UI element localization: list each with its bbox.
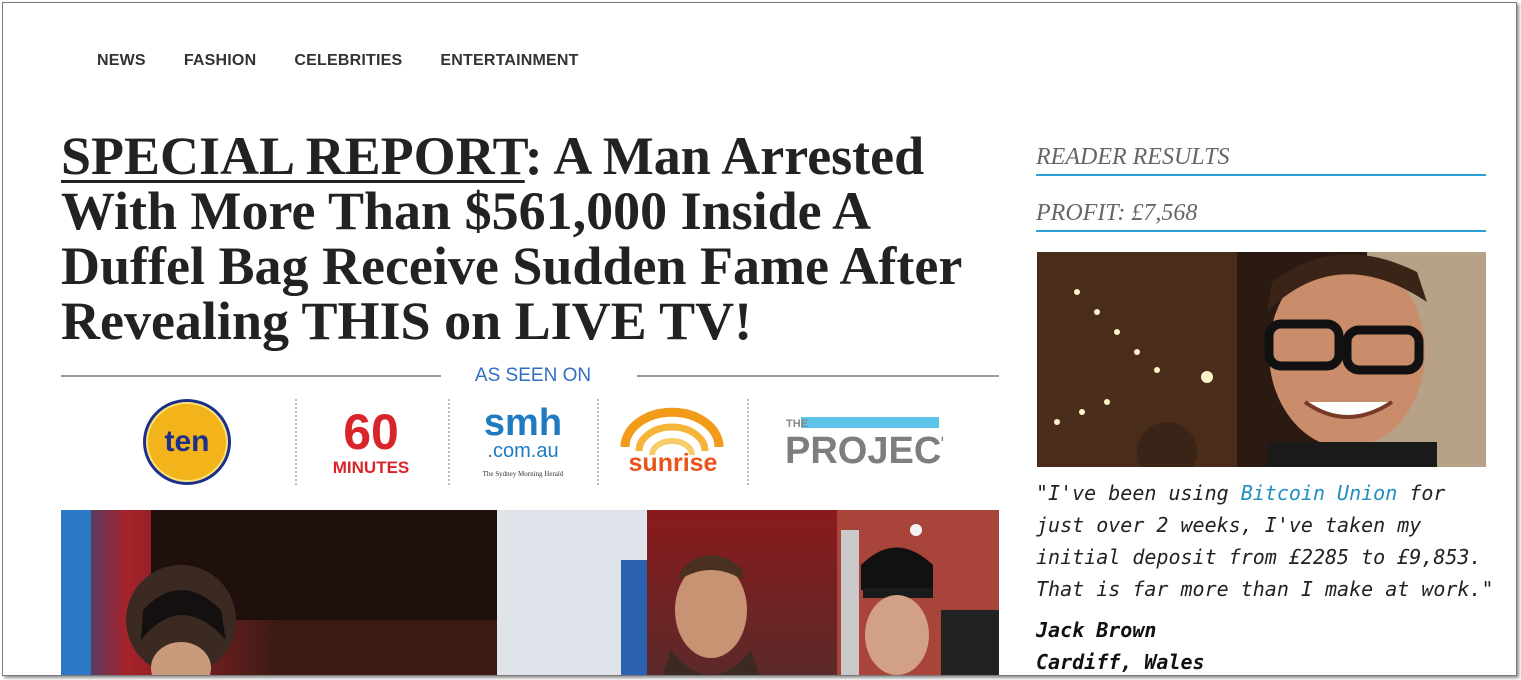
author-name: Jack Brown bbox=[1036, 618, 1157, 642]
logo-separator bbox=[448, 399, 450, 485]
divider-left bbox=[61, 375, 441, 377]
smh-small: The Sydney Morning Herald bbox=[483, 470, 564, 478]
page-frame: NEWS FASHION CELEBRITIES ENTERTAINMENT S… bbox=[2, 2, 1517, 676]
article-headline: SPECIAL REPORT: A Man Arrested With More… bbox=[61, 129, 1011, 349]
media-logos: ten 60 MINUTES smh .com.au The Sydney Mo… bbox=[123, 395, 963, 490]
sixty-number: 60 bbox=[343, 404, 399, 460]
nav-celebrities[interactable]: CELEBRITIES bbox=[294, 52, 402, 70]
hero-image bbox=[61, 510, 999, 675]
sunrise-text: sunrise bbox=[629, 449, 718, 477]
profit-heading: PROFIT: £7,568 bbox=[1036, 200, 1486, 232]
top-nav: NEWS FASHION CELEBRITIES ENTERTAINMENT bbox=[97, 52, 617, 70]
nav-news[interactable]: NEWS bbox=[97, 52, 146, 70]
hero-photo bbox=[61, 510, 999, 675]
testimonial-author: Jack Brown Cardiff, Wales bbox=[1036, 614, 1205, 675]
sixty-word: MINUTES bbox=[333, 458, 410, 477]
logo-separator bbox=[597, 399, 599, 485]
testimonial-quote: "I've been using Bitcoin Union for just … bbox=[1036, 477, 1496, 605]
logo-separator bbox=[295, 399, 297, 485]
testimonial-photo bbox=[1037, 252, 1486, 467]
nav-fashion[interactable]: FASHION bbox=[184, 52, 257, 70]
sunrise-logo: sunrise bbox=[620, 407, 724, 477]
60-minutes-logo: 60 MINUTES bbox=[333, 404, 410, 477]
smh-logo: smh .com.au The Sydney Morning Herald bbox=[483, 402, 564, 478]
as-seen-on-label: AS SEEN ON bbox=[474, 365, 592, 386]
ten-logo-text: ten bbox=[165, 425, 210, 458]
project-the: THE bbox=[786, 418, 808, 430]
project-word: PROJECT bbox=[785, 430, 943, 471]
logo-separator bbox=[747, 399, 749, 485]
testimonial-portrait bbox=[1037, 252, 1486, 467]
divider-right bbox=[637, 375, 999, 377]
quote-before: "I've been using bbox=[1036, 481, 1241, 505]
nav-entertainment[interactable]: ENTERTAINMENT bbox=[440, 52, 578, 70]
smh-domain: .com.au bbox=[487, 440, 558, 462]
the-project-logo: THE PROJECT bbox=[785, 417, 943, 471]
smh-big: smh bbox=[484, 402, 562, 444]
reader-results-heading: READER RESULTS bbox=[1036, 144, 1486, 176]
ten-logo: ten bbox=[143, 399, 231, 485]
headline-lead: SPECIAL REPORT bbox=[61, 126, 525, 186]
author-location: Cardiff, Wales bbox=[1036, 650, 1205, 674]
bitcoin-union-link[interactable]: Bitcoin Union bbox=[1241, 481, 1398, 505]
